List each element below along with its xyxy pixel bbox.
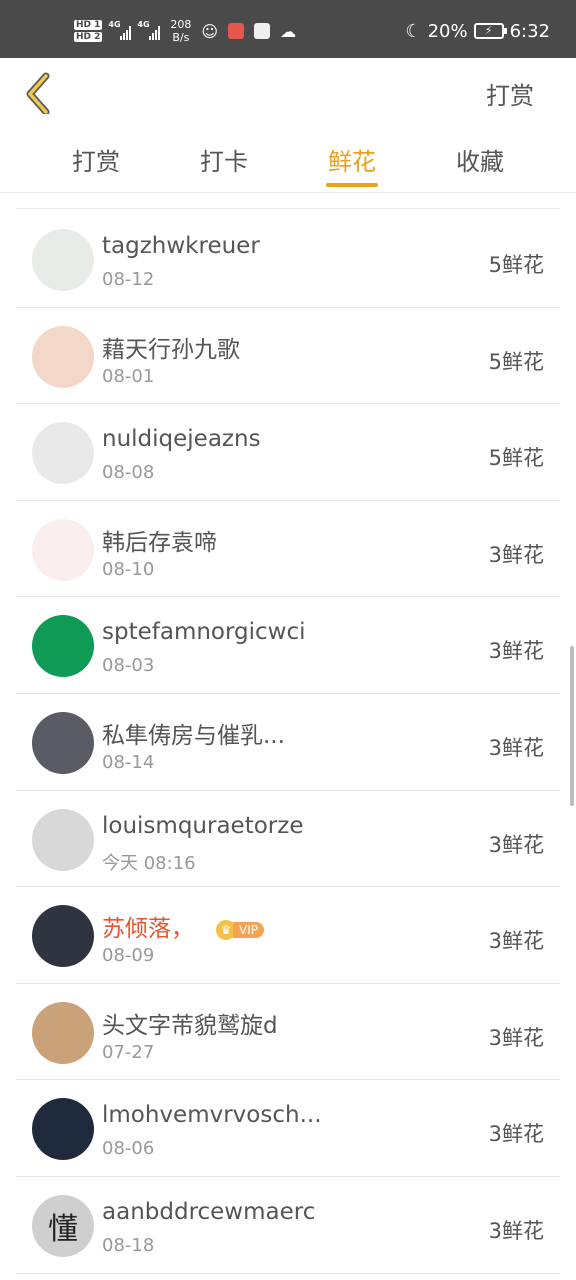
flower-amount: 3鲜花 <box>488 929 544 954</box>
date: 08-18 <box>102 1234 155 1256</box>
list-item[interactable]: tagzhwkreuer 08-12 5鲜花 <box>16 211 560 308</box>
avatar <box>32 325 94 388</box>
list-item[interactable]: louismquraetorze 今天 08:16 3鲜花 <box>16 791 560 888</box>
avatar <box>32 905 94 968</box>
avatar <box>32 518 94 581</box>
hd-indicator: HD 1 HD 2 <box>74 20 103 42</box>
flower-amount: 5鲜花 <box>488 253 544 277</box>
tab-flowers[interactable]: 鲜花 <box>302 142 402 177</box>
flower-amount: 3鲜花 <box>488 832 544 857</box>
tab-favorites[interactable]: 收藏 <box>430 142 530 177</box>
vip-badge: ♛ VIP <box>216 919 264 940</box>
signal-icon-2: 4G <box>137 20 161 40</box>
list-item[interactable]: 头文字芾貌鹫旋d 07-27 3鲜花 <box>16 984 560 1081</box>
flower-amount: 3鲜花 <box>488 639 544 664</box>
flower-amount: 3鲜花 <box>488 1122 544 1147</box>
speed-value: 208 <box>170 18 192 31</box>
huawei-app-icon <box>254 23 271 39</box>
net2-label: 4G <box>137 20 150 29</box>
list-item[interactable]: 私隼俦房与催乳... 08-14 3鲜花 <box>16 694 560 791</box>
user-name: louismquraetorze <box>102 812 304 839</box>
list-item[interactable]: 懂 aanbddrcewmaerc 08-18 3鲜花 <box>16 1177 560 1274</box>
user-name: lmohvemvrvosch... <box>102 1102 322 1129</box>
date: 今天 08:16 <box>102 852 196 874</box>
qq-icon: ☺ <box>201 21 219 41</box>
user-name: 苏倾落， ♛ VIP <box>102 909 264 943</box>
moon-icon: ☾ <box>405 20 422 42</box>
user-name: 韩后存袁啼 <box>102 529 217 556</box>
vip-label: VIP <box>233 921 264 938</box>
tab-bar: 打赏 打卡 鲜花 收藏 <box>0 128 576 193</box>
scrollbar[interactable] <box>570 646 574 806</box>
net1-label: 4G <box>108 20 121 29</box>
flower-amount: 5鲜花 <box>488 349 544 374</box>
date: 08-06 <box>102 1138 155 1160</box>
user-name: aanbddrcewmaerc <box>102 1198 316 1225</box>
avatar <box>32 1098 94 1161</box>
list-item[interactable]: sptefamnorgicwci 08-03 3鲜花 <box>16 597 560 694</box>
speed-unit: B/s <box>172 31 190 44</box>
flower-amount: 3鲜花 <box>488 1218 544 1243</box>
list-item[interactable]: 藉天行孙九歌 08-01 5鲜花 <box>16 308 560 405</box>
avatar <box>32 1001 94 1064</box>
flower-amount: 3鲜花 <box>488 1025 544 1050</box>
avatar <box>32 615 94 678</box>
avatar <box>32 422 94 485</box>
flower-list: tagzhwkreuer 08-12 5鲜花 藉天行孙九歌 08-01 5鲜花 … <box>16 208 560 1274</box>
user-name: 私隼俦房与催乳... <box>102 722 285 749</box>
user-name: 藉天行孙九歌 <box>102 336 240 363</box>
clock: 6:32 <box>509 20 550 42</box>
list-item[interactable]: 苏倾落， ♛ VIP 08-09 3鲜花 <box>16 887 560 984</box>
book-app-icon <box>228 23 245 39</box>
list-item[interactable]: nuldiqejeazns 08-08 5鲜花 <box>16 404 560 501</box>
user-name: nuldiqejeazns <box>102 426 261 453</box>
network-speed: 208 B/s <box>170 18 191 44</box>
list-item[interactable]: 韩后存袁啼 08-10 3鲜花 <box>16 501 560 598</box>
hd2-label: HD 2 <box>74 32 103 42</box>
tab-checkin[interactable]: 打卡 <box>174 142 274 177</box>
date: 08-03 <box>102 655 155 677</box>
hd1-label: HD 1 <box>74 20 103 30</box>
reward-button[interactable]: 打赏 <box>486 76 534 111</box>
avatar <box>32 808 94 871</box>
date: 08-14 <box>102 751 155 773</box>
date: 08-09 <box>102 945 155 967</box>
avatar: 懂 <box>32 1194 94 1257</box>
date: 07-27 <box>102 1041 155 1063</box>
user-name: sptefamnorgicwci <box>102 619 306 646</box>
avatar-glyph: 懂 <box>48 1211 78 1247</box>
tab-reward[interactable]: 打赏 <box>46 142 146 177</box>
flower-amount: 3鲜花 <box>488 735 544 760</box>
status-bar: HD 1 HD 2 4G 4G 208 B/s ☺ ☁ ☾ 20% ⚡ 6:32 <box>0 0 576 58</box>
battery-icon: ⚡ <box>473 23 507 39</box>
battery-percent: 20% <box>427 20 468 42</box>
header: 打赏 <box>0 58 576 128</box>
cloud-icon: ☁ <box>280 21 297 41</box>
flower-amount: 5鲜花 <box>488 446 544 471</box>
back-button[interactable] <box>20 70 64 116</box>
avatar <box>32 711 94 774</box>
user-name: tagzhwkreuer <box>102 233 260 259</box>
date: 08-01 <box>102 365 155 387</box>
flower-amount: 3鲜花 <box>488 542 544 567</box>
date: 08-10 <box>102 558 155 580</box>
chevron-left-icon <box>26 72 50 116</box>
active-tab-indicator <box>326 183 378 187</box>
date: 08-08 <box>102 462 155 484</box>
avatar <box>32 229 94 291</box>
date: 08-12 <box>102 269 155 290</box>
user-name-text: 苏倾落， <box>102 916 194 943</box>
list-item[interactable]: lmohvemvrvosch... 08-06 3鲜花 <box>16 1080 560 1177</box>
user-name: 头文字芾貌鹫旋d <box>102 1012 278 1039</box>
signal-icon: 4G <box>108 20 132 40</box>
